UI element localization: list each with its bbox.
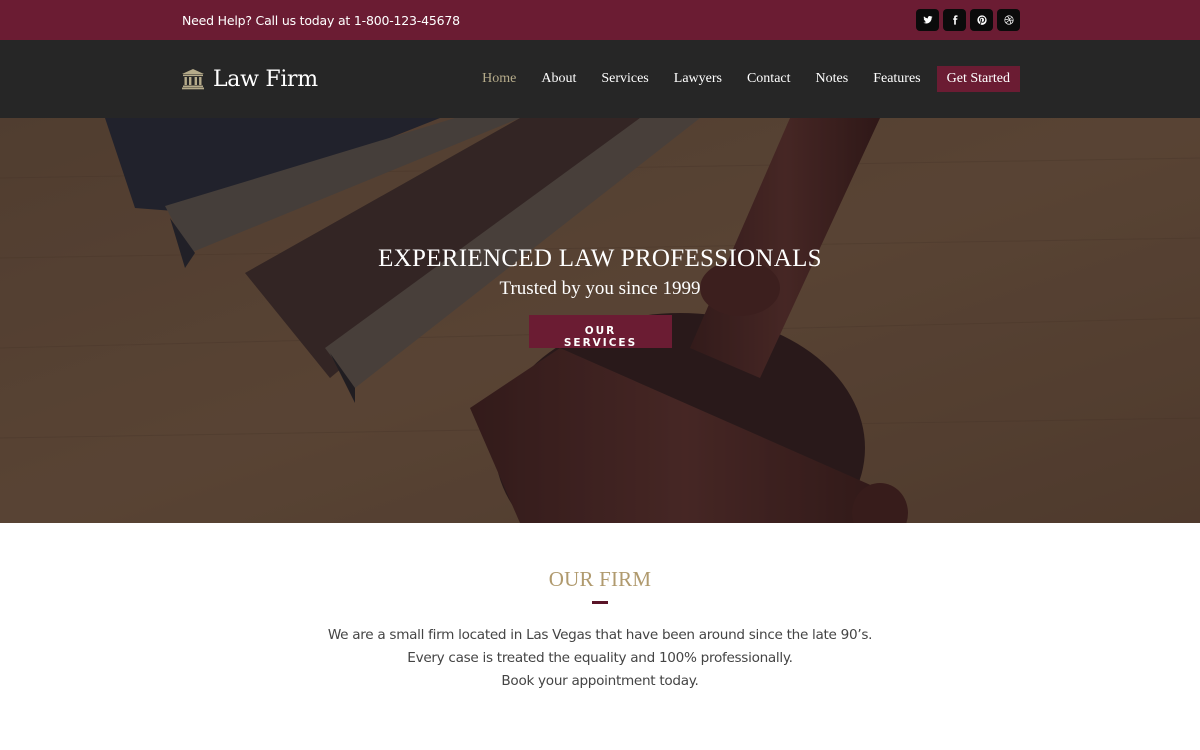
nav-services[interactable]: Services <box>601 71 648 87</box>
hero-title: EXPERIENCED LAW PROFESSIONALS <box>378 245 822 272</box>
courthouse-icon <box>182 69 204 90</box>
pinterest-link[interactable] <box>970 9 993 31</box>
twitter-link[interactable] <box>916 9 939 31</box>
heading-divider <box>592 601 608 604</box>
our-firm-section: OUR FIRM We are a small firm located in … <box>0 523 1200 693</box>
firm-description: We are a small firm located in Las Vegas… <box>0 624 1200 693</box>
section-heading: OUR FIRM <box>548 567 652 591</box>
nav-home[interactable]: Home <box>482 71 516 87</box>
twitter-icon <box>922 16 933 24</box>
our-services-button[interactable]: OUR SERVICES <box>528 315 672 349</box>
firm-description-line: Every case is treated the equality and 1… <box>407 650 793 666</box>
hero-subtitle: Trusted by you since 1999 <box>499 278 701 299</box>
get-started-button[interactable]: Get Started <box>936 66 1020 92</box>
logo-link[interactable]: Law Firm <box>181 67 318 92</box>
nav-about[interactable]: About <box>541 71 576 87</box>
pinterest-icon <box>976 15 987 25</box>
nav-features[interactable]: Features <box>873 71 920 87</box>
help-phone-text: Need Help? Call us today at 1-800-123-45… <box>182 12 460 28</box>
facebook-icon <box>952 15 957 25</box>
facebook-link[interactable] <box>943 9 966 31</box>
top-bar: Need Help? Call us today at 1-800-123-45… <box>0 0 1200 40</box>
firm-description-line: Book your appointment today. <box>501 673 699 689</box>
social-links <box>916 9 1020 31</box>
firm-description-line: We are a small firm located in Las Vegas… <box>327 627 873 643</box>
logo-text: Law Firm <box>213 66 318 92</box>
hero-content: EXPERIENCED LAW PROFESSIONALS Trusted by… <box>0 244 1200 351</box>
dribbble-icon <box>1003 15 1014 25</box>
nav-lawyers[interactable]: Lawyers <box>674 71 722 87</box>
main-nav: Home About Services Lawyers Contact Note… <box>482 66 1020 92</box>
hero-banner: EXPERIENCED LAW PROFESSIONALS Trusted by… <box>0 118 1200 523</box>
site-header: Law Firm Home About Services Lawyers Con… <box>0 40 1200 118</box>
nav-notes[interactable]: Notes <box>816 71 849 87</box>
nav-contact[interactable]: Contact <box>747 71 791 87</box>
dribbble-link[interactable] <box>997 9 1020 31</box>
